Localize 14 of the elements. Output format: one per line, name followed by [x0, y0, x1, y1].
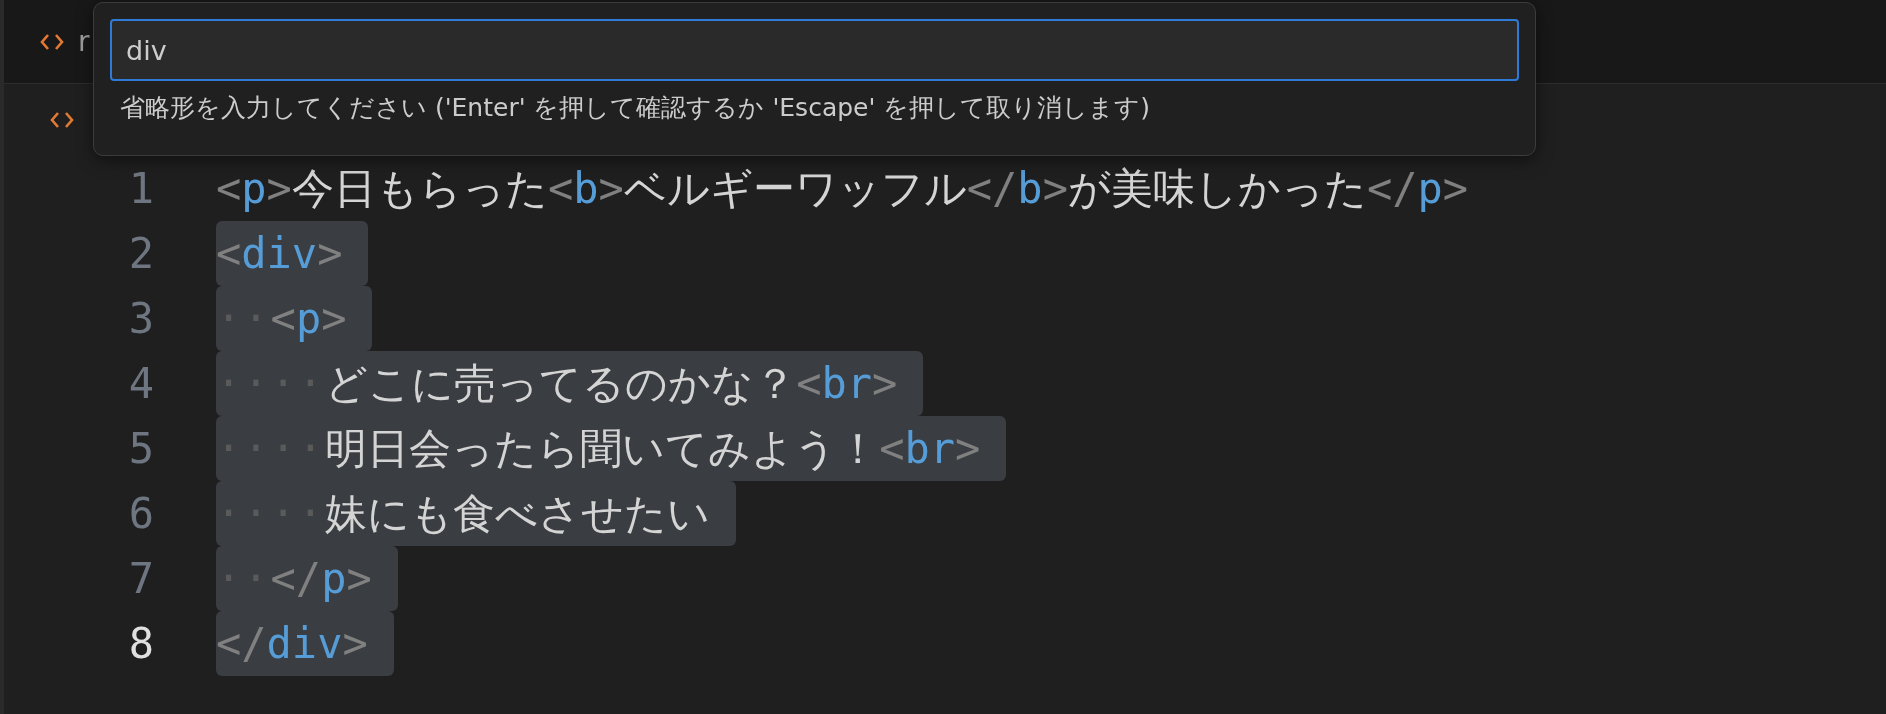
line-number: 2	[127, 228, 154, 280]
line-number: 6	[127, 488, 154, 540]
line-number: 3	[127, 293, 154, 345]
line-number: 4	[127, 358, 154, 410]
line-number: 5	[127, 423, 154, 475]
editor-tab[interactable]: r	[78, 25, 90, 58]
hint-text: 省略形を入力してください ('Enter' を押して確認するか 'Escape' を押して取り消します)	[119, 92, 1152, 124]
html-file-icon	[40, 32, 64, 51]
code-line: <p>今日もらった<b>ベルギーワッフル</b>が美味しかった</p>	[216, 162, 1469, 215]
line-number: 8	[127, 618, 154, 670]
html-file-icon	[50, 111, 74, 129]
line-number: 7	[127, 553, 154, 605]
input-field[interactable]: div	[110, 19, 1519, 81]
line-number: 1	[127, 163, 154, 215]
